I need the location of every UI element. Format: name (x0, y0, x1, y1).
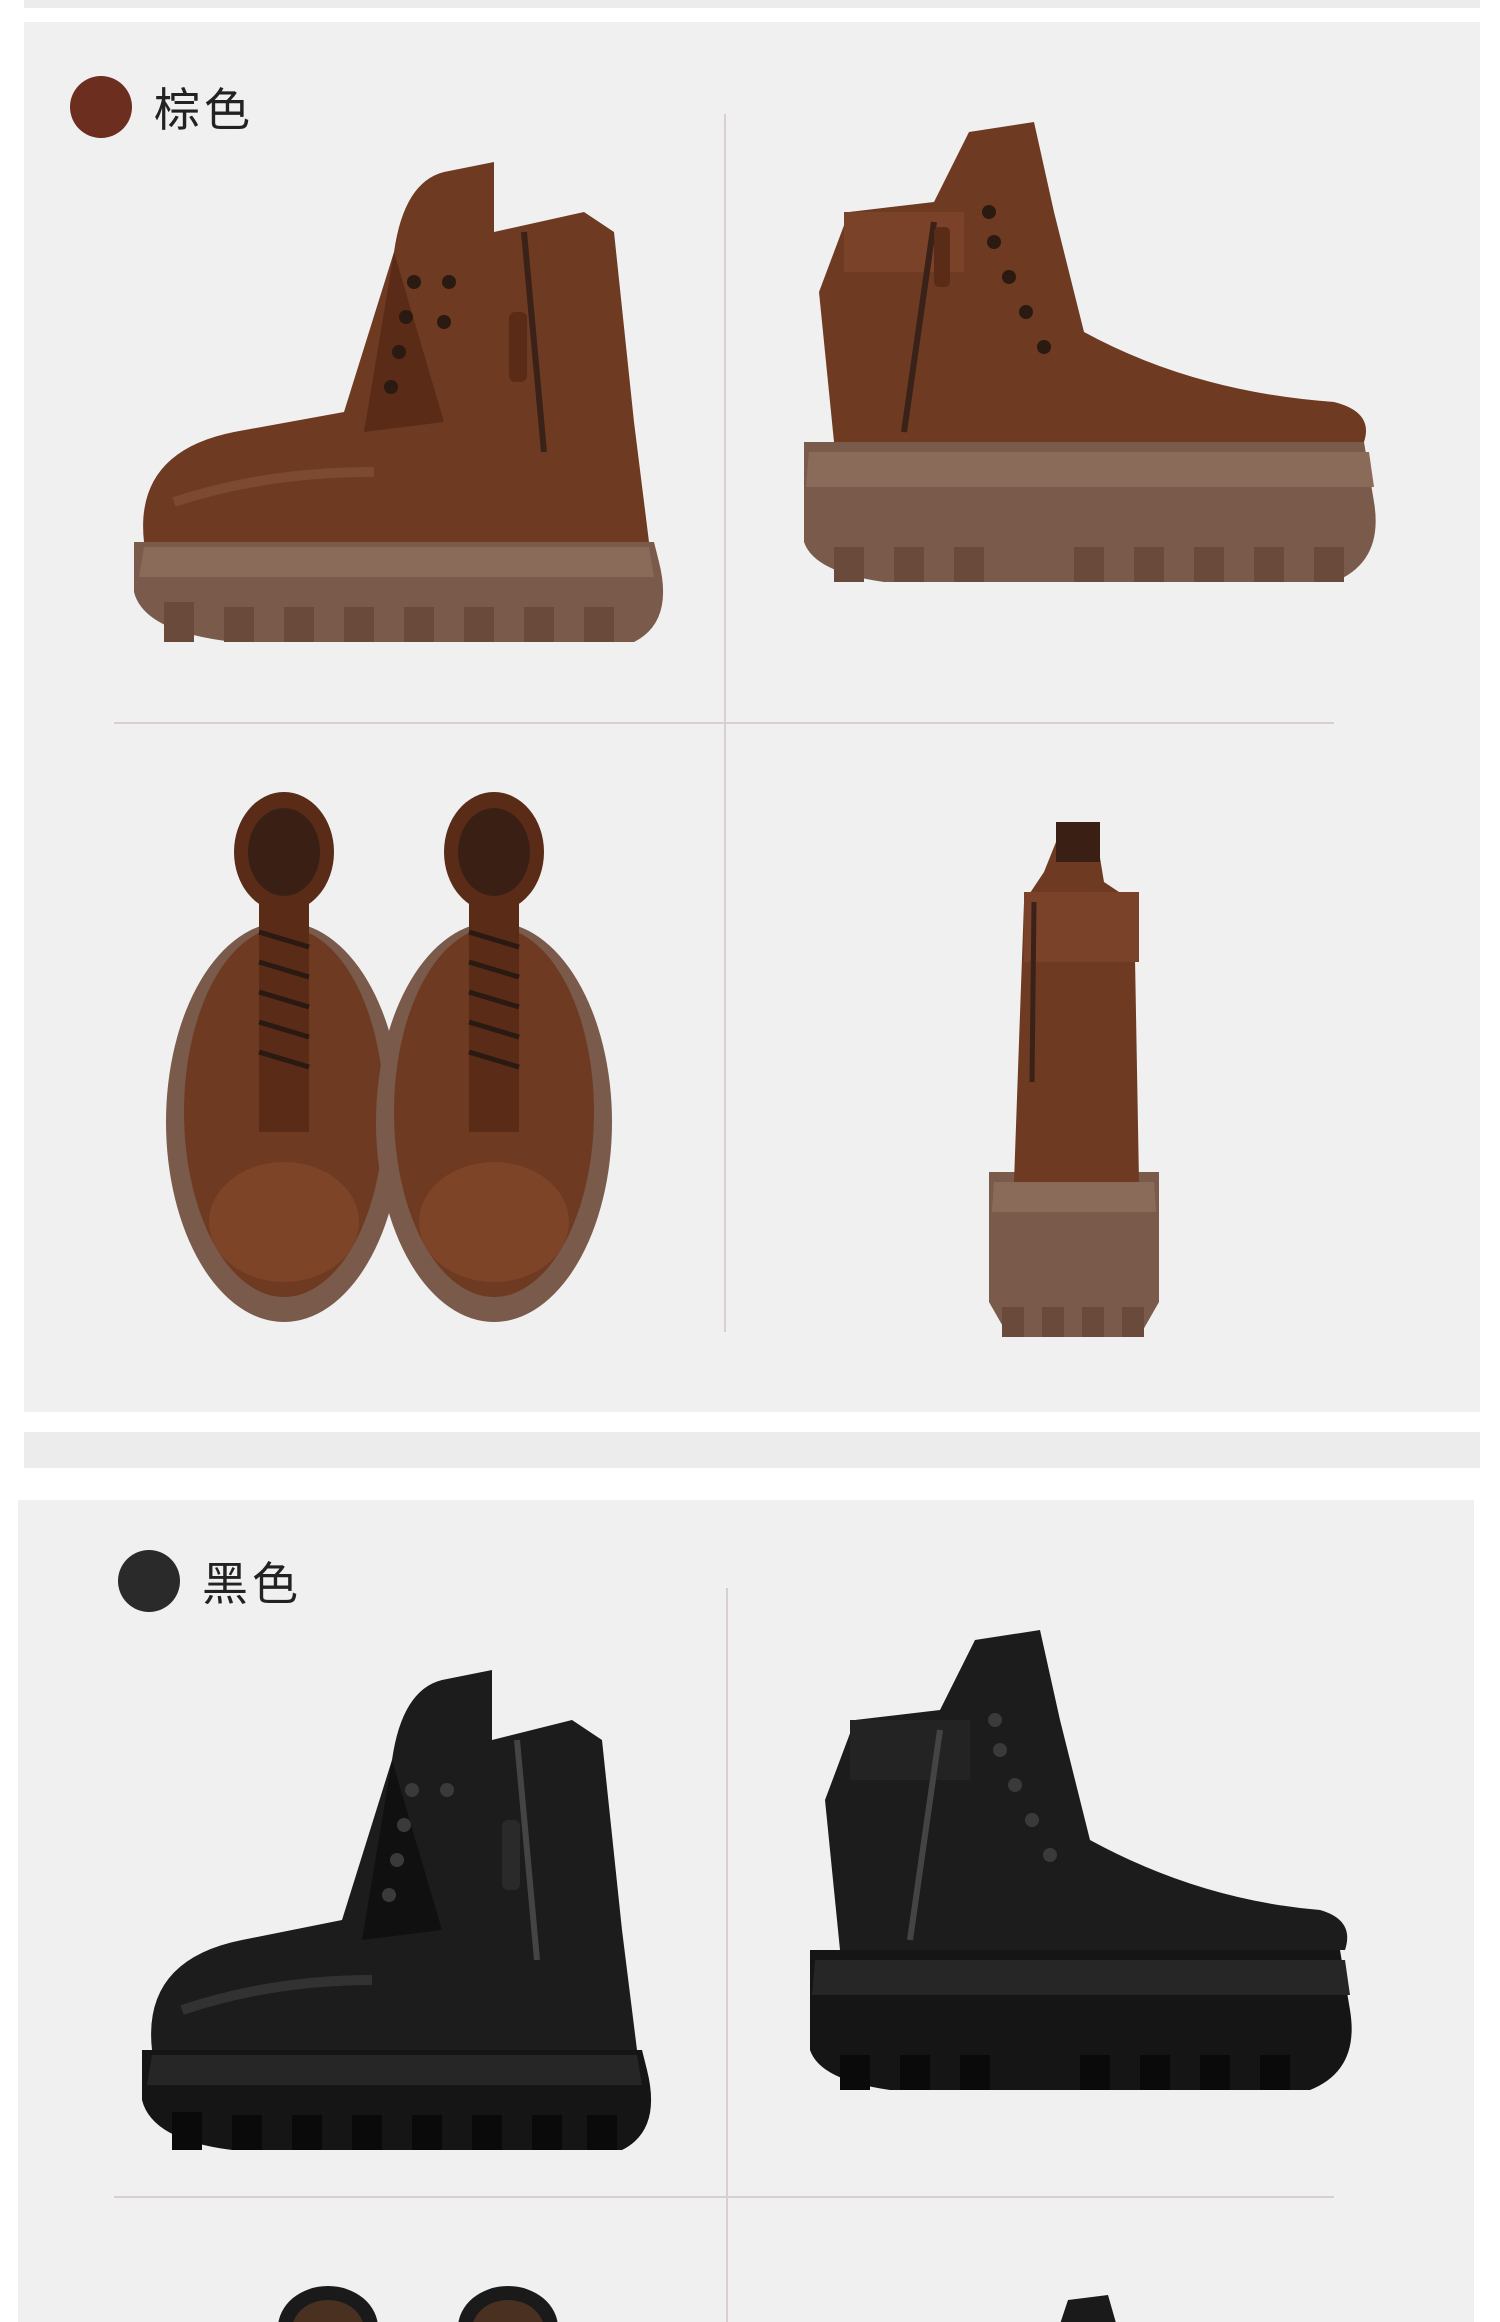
horizontal-divider (114, 722, 1334, 724)
black-color-dot (118, 1550, 180, 1612)
black-color-label: 黑色 (202, 1557, 302, 1611)
brown-color-panel: 棕色 (24, 22, 1480, 1412)
black-boot-top-pair-image (158, 2268, 618, 2322)
top-divider-band (24, 0, 1480, 8)
brown-boot-side-outer-image (114, 122, 674, 662)
black-color-swatch: 黑色 (118, 1548, 302, 1614)
horizontal-divider (114, 2196, 1334, 2198)
vertical-divider (726, 1588, 728, 2322)
black-boot-back-image (1048, 2290, 1128, 2322)
section-divider-band (24, 1432, 1480, 1468)
brown-boot-top-pair-image (164, 782, 624, 1342)
brown-boot-back-image (984, 802, 1164, 1342)
black-boot-side-outer-image (122, 1650, 662, 2170)
brown-boot-side-inner-image (794, 92, 1384, 632)
black-boot-side-inner-image (800, 1620, 1360, 2140)
black-color-panel: 黑色 (18, 1500, 1474, 2322)
